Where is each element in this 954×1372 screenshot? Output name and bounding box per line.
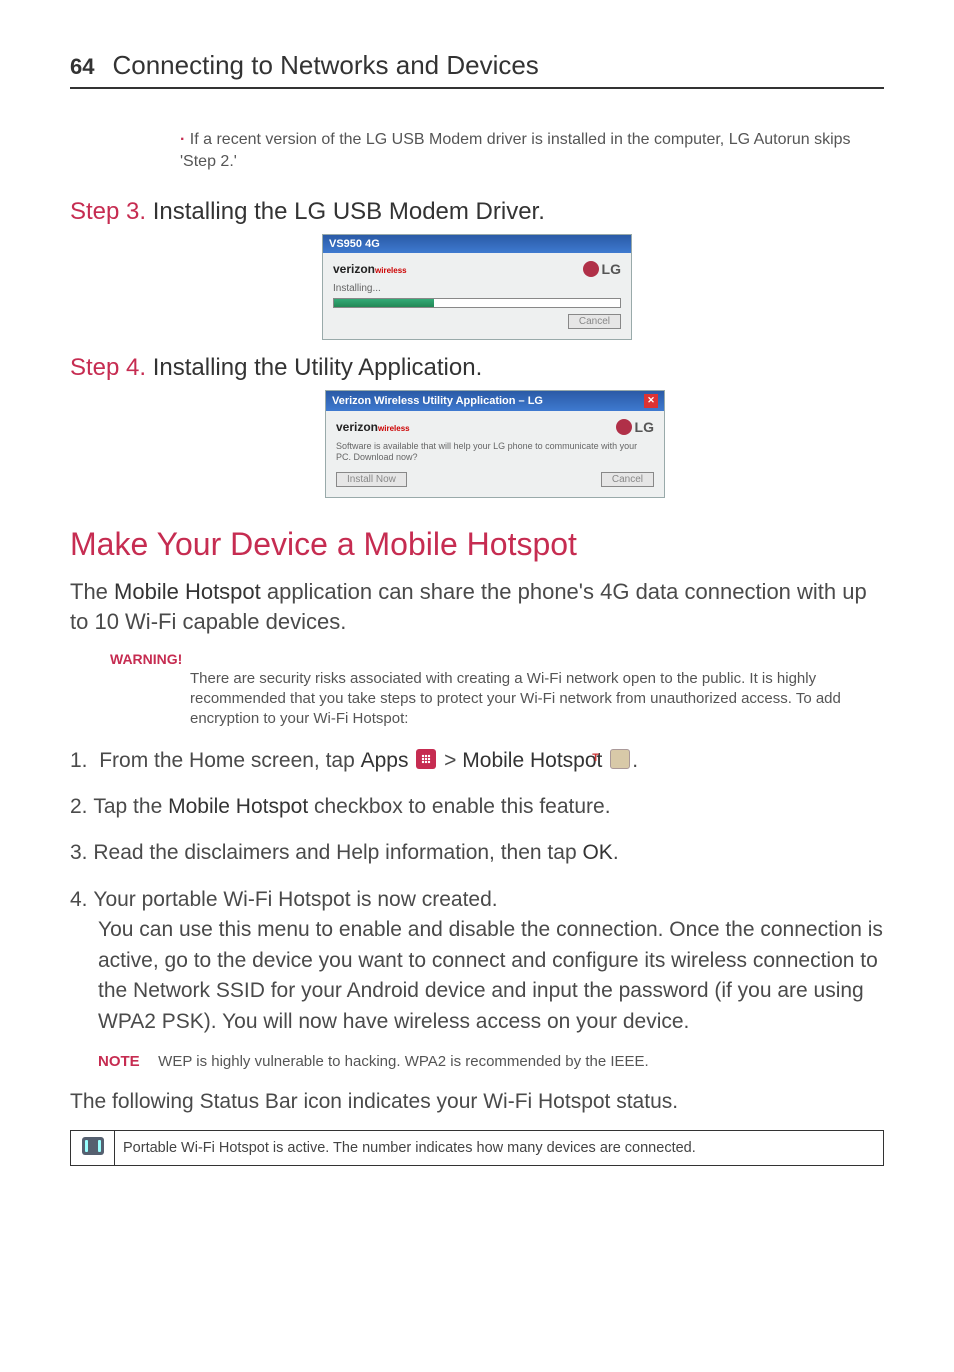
step-1: 1. From the Home screen, tap Apps > Mobi… — [70, 746, 884, 776]
verizon-logo: verizonwireless — [336, 420, 410, 434]
status-intro: The following Status Bar icon indicates … — [70, 1088, 884, 1116]
utility-app-dialog: Verizon Wireless Utility Application – L… — [325, 390, 665, 499]
note-label: NOTE — [98, 1053, 154, 1070]
page-number: 64 — [70, 54, 94, 80]
s2-b: checkbox to enable this feature. — [308, 795, 610, 818]
warning-text: There are security risks associated with… — [190, 669, 884, 730]
page-header: 64 Connecting to Networks and Devices — [70, 50, 884, 89]
install-now-button[interactable]: Install Now — [336, 472, 407, 487]
dialog2-titlebar: Verizon Wireless Utility Application – L… — [326, 391, 664, 411]
dialog1-titlebar: VS950 4G — [323, 235, 631, 253]
cancel-button[interactable]: Cancel — [568, 314, 621, 329]
usb-driver-dialog: VS950 4G verizonwireless LG Installing..… — [322, 234, 632, 340]
intro-paragraph: The Mobile Hotspot application can share… — [70, 577, 884, 636]
apps-label: Apps — [361, 749, 409, 772]
autorun-note-text: If a recent version of the LG USB Modem … — [180, 131, 851, 170]
s4-text: Your portable Wi-Fi Hotspot is now creat… — [93, 888, 883, 1033]
autorun-note: · If a recent version of the LG USB Mode… — [180, 129, 884, 174]
wifi-hotspot-status-icon — [82, 1137, 104, 1155]
section-title: Make Your Device a Mobile Hotspot — [70, 526, 884, 563]
note-row: NOTE WEP is highly vulnerable to hacking… — [98, 1053, 884, 1070]
status-desc-cell: Portable Wi-Fi Hotspot is active. The nu… — [115, 1131, 884, 1166]
verizon-suffix: wireless — [378, 424, 410, 433]
status-icon-table: Portable Wi-Fi Hotspot is active. The nu… — [70, 1130, 884, 1166]
step-3-prefix: Step 3. — [70, 198, 146, 225]
intro-strong: Mobile Hotspot — [114, 579, 261, 604]
s1-end: . — [632, 749, 638, 772]
dialog1-title: VS950 4G — [329, 238, 380, 250]
lg-logo: LG — [616, 419, 654, 435]
warning-block: WARNING! There are security risks associ… — [70, 651, 884, 730]
s1-a: From the Home screen, tap — [99, 749, 360, 772]
close-icon[interactable]: ✕ — [644, 394, 658, 408]
verizon-logo: verizonwireless — [333, 262, 407, 276]
verizon-text: verizon — [336, 420, 378, 434]
steps-list: 1. From the Home screen, tap Apps > Mobi… — [70, 746, 884, 1038]
lg-circle-icon — [616, 419, 632, 435]
header-title: Connecting to Networks and Devices — [112, 50, 538, 81]
step-2: 2. Tap the Mobile Hotspot checkbox to en… — [70, 792, 884, 822]
mobile-hotspot-label: Mobile Hotspot — [462, 749, 602, 772]
lg-circle-icon — [583, 261, 599, 277]
step-3-heading: Step 3. Installing the LG USB Modem Driv… — [70, 198, 884, 226]
install-status: Installing... — [333, 283, 621, 294]
step-4-prefix: Step 4. — [70, 354, 146, 381]
step-4-heading: Step 4. Installing the Utility Applicati… — [70, 354, 884, 382]
s2-a: Tap the — [93, 795, 168, 818]
cancel-button[interactable]: Cancel — [601, 472, 654, 487]
bullet-dot-icon: · — [180, 131, 185, 148]
verizon-suffix: wireless — [375, 266, 407, 275]
step-3-title: Installing the LG USB Modem Driver. — [146, 198, 545, 225]
note-text: WEP is highly vulnerable to hacking. WPA… — [158, 1053, 649, 1070]
progress-bar — [333, 298, 621, 308]
s2-strong: Mobile Hotspot — [168, 795, 308, 818]
intro-pre: The — [70, 579, 114, 604]
verizon-text: verizon — [333, 262, 375, 276]
mobile-hotspot-icon — [610, 749, 630, 769]
dialog2-title: Verizon Wireless Utility Application – L… — [332, 395, 543, 407]
s3-a: Read the disclaimers and Help informatio… — [93, 841, 582, 864]
status-icon-cell — [71, 1131, 115, 1166]
step-4: 4. Your portable Wi-Fi Hotspot is now cr… — [70, 885, 884, 1037]
s1-gt: > — [438, 749, 462, 772]
apps-icon — [416, 749, 436, 769]
step-4-title: Installing the Utility Application. — [146, 354, 482, 381]
dialog2-message: Software is available that will help you… — [336, 441, 654, 463]
s3-b: . — [613, 841, 619, 864]
warning-label: WARNING! — [110, 651, 884, 667]
step-3: 3. Read the disclaimers and Help informa… — [70, 838, 884, 868]
lg-text: LG — [635, 419, 654, 435]
s3-strong: OK — [582, 841, 612, 864]
lg-text: LG — [602, 261, 621, 277]
lg-logo: LG — [583, 261, 621, 277]
table-row: Portable Wi-Fi Hotspot is active. The nu… — [71, 1131, 884, 1166]
